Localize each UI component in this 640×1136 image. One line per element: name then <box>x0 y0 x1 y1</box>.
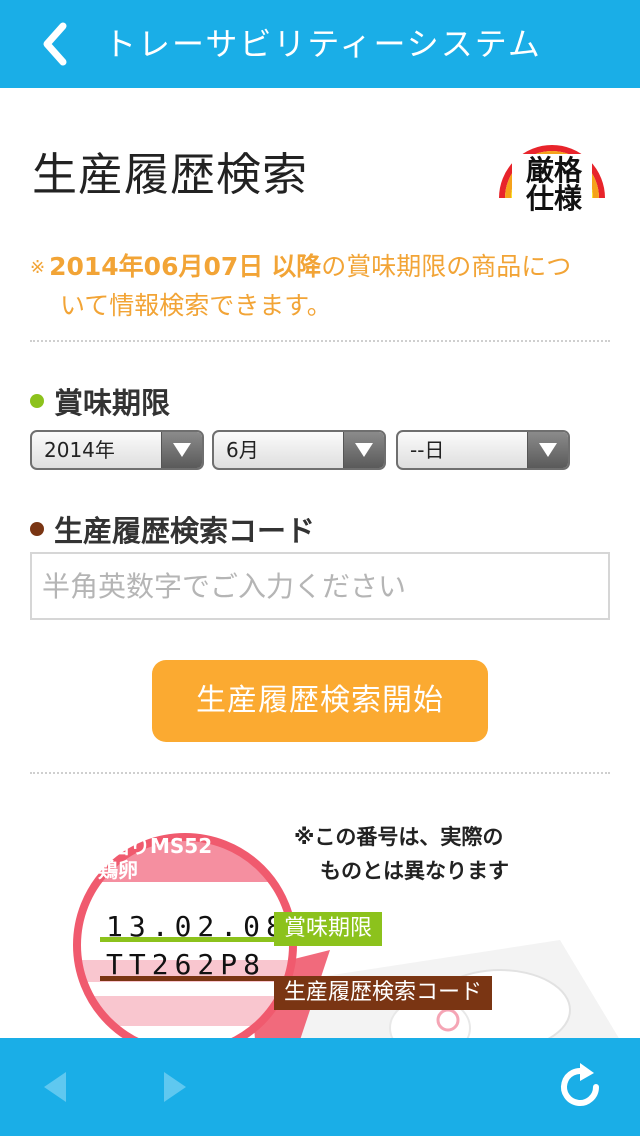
code-label: 生産履歴検索コード <box>30 508 315 550</box>
year-select[interactable]: 2014年 <box>30 430 204 470</box>
genkaku-shiyou-logo: 厳格 仕様 <box>499 145 605 215</box>
caption-line-2: ものとは異なります <box>320 859 509 883</box>
illustration-caption: ※この番号は、実際の ものとは異なります <box>294 820 594 888</box>
expiry-tag: 賞味期限 <box>274 912 383 946</box>
arrow-right-icon[interactable] <box>140 1038 210 1136</box>
bottom-toolbar <box>0 1038 640 1136</box>
navigation-bar: トレーサビリティーシステム <box>0 0 640 88</box>
day-select[interactable]: --日 <box>396 430 570 470</box>
notice-after: 以降 <box>271 252 322 281</box>
logo-text-2: 仕様 <box>525 182 583 215</box>
dropdown-arrow-icon <box>527 432 568 468</box>
page-title: 生産履歴検索 <box>32 148 309 201</box>
notice-date: 2014年06月07日 <box>49 252 264 281</box>
arrow-left-icon[interactable] <box>20 1038 90 1136</box>
month-select[interactable]: 6月 <box>212 430 386 470</box>
package-text-2: 鶏卵 <box>98 858 138 882</box>
notice-text-2: いて情報検索できます。 <box>60 291 332 320</box>
expiry-label-text: 賞味期限 <box>54 386 171 420</box>
notice-text-1: の賞味期限の商品につ <box>321 252 572 281</box>
green-dot-icon <box>30 394 44 408</box>
caption-line-1: ※この番号は、実際の <box>294 825 504 849</box>
dropdown-arrow-icon <box>343 432 384 468</box>
sample-expiry-date: 13.02.08 <box>106 910 289 943</box>
divider <box>30 340 610 342</box>
chevron-left-icon[interactable] <box>28 18 80 70</box>
month-value: 6月 <box>226 438 259 462</box>
code-tag: 生産履歴検索コード <box>274 976 493 1010</box>
dropdown-arrow-icon <box>161 432 202 468</box>
day-value: --日 <box>410 438 445 462</box>
notice-mark: ※ <box>30 257 46 278</box>
reload-icon[interactable] <box>540 1038 620 1136</box>
sample-trace-code: TT262P8 <box>106 948 267 981</box>
brown-dot-icon <box>30 522 44 536</box>
app-title: トレーサビリティーシステム <box>104 25 542 63</box>
code-input[interactable] <box>30 552 610 620</box>
year-value: 2014年 <box>44 438 115 462</box>
search-start-button[interactable]: 生産履歴検索開始 <box>152 660 488 742</box>
code-label-text: 生産履歴検索コード <box>54 514 316 548</box>
notice-text: ※ 2014年06月07日 以降の賞味期限の商品につ いて情報検索できます。 <box>30 248 610 325</box>
divider <box>30 772 610 774</box>
expiry-label: 賞味期限 <box>30 380 170 422</box>
